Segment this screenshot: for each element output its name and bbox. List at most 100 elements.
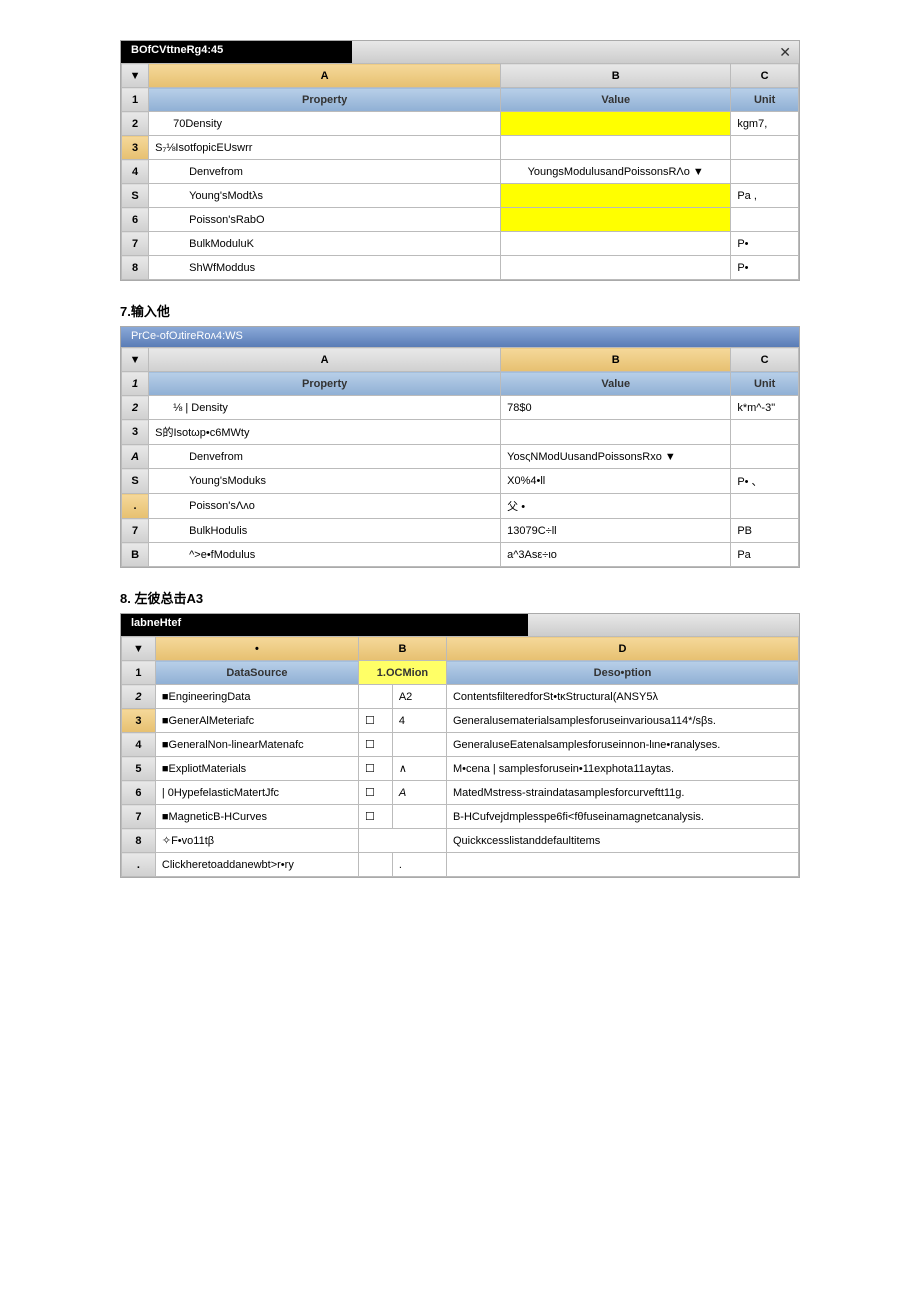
value-cell[interactable]: YoungsModulusandPoissonsRΛo ▼	[501, 160, 731, 184]
value-cell[interactable]: X0%4•ll	[501, 469, 731, 494]
value-cell[interactable]	[501, 420, 731, 445]
dropdown-icon[interactable]: ▼	[122, 637, 156, 661]
datasource-cell[interactable]: ■MagneticB-HCurves	[155, 805, 358, 829]
value-cell[interactable]: 78$0	[501, 396, 731, 420]
property-cell[interactable]: BulkHodulis	[149, 519, 501, 543]
datasource-cell[interactable]: ✧F•vo11tβ	[155, 829, 358, 853]
checkbox-cell[interactable]	[358, 685, 392, 709]
value-cell[interactable]	[501, 184, 731, 208]
property-cell[interactable]: Poisson'sΛᴧo	[149, 494, 501, 519]
value-cell[interactable]: 父 •	[501, 494, 731, 519]
col-b-header[interactable]: B	[501, 64, 731, 88]
col-d-header[interactable]: D	[446, 637, 798, 661]
unit-cell[interactable]: Pa ,	[731, 184, 799, 208]
unit-cell[interactable]	[731, 208, 799, 232]
row-num[interactable]: 7	[122, 519, 149, 543]
datasource-cell[interactable]: ■EngineeringData	[155, 685, 358, 709]
property-cell[interactable]: Denvefrom	[149, 160, 501, 184]
row-num[interactable]: 2	[122, 112, 149, 136]
unit-cell[interactable]	[731, 136, 799, 160]
row-num[interactable]: 4	[122, 733, 156, 757]
location-cell[interactable]: ∧	[392, 757, 446, 781]
col-a-header[interactable]: A	[149, 64, 501, 88]
property-cell[interactable]: Denvefrom	[149, 445, 501, 469]
value-cell[interactable]	[501, 112, 731, 136]
datasource-cell[interactable]: ■GeneralNon-linearMatenafc	[155, 733, 358, 757]
row-num[interactable]: 3	[122, 709, 156, 733]
row-num[interactable]: 3	[122, 136, 149, 160]
checkbox-cell[interactable]: ☐	[358, 757, 392, 781]
unit-cell[interactable]: Pa	[731, 543, 799, 567]
row-num[interactable]: 6	[122, 781, 156, 805]
value-cell[interactable]	[501, 232, 731, 256]
row-num[interactable]: 2	[122, 685, 156, 709]
datasource-cell[interactable]: ■ExpliotMaterials	[155, 757, 358, 781]
unit-cell[interactable]: P• 、	[731, 469, 799, 494]
location-cell[interactable]	[358, 829, 446, 853]
col-c-header[interactable]: C	[731, 348, 799, 372]
row-num[interactable]: 8	[122, 829, 156, 853]
location-cell[interactable]: 4	[392, 709, 446, 733]
row-num[interactable]: 7	[122, 232, 149, 256]
unit-cell[interactable]: P•	[731, 232, 799, 256]
dropdown-icon[interactable]: ▼	[122, 348, 149, 372]
row-num[interactable]: 4	[122, 160, 149, 184]
unit-cell[interactable]	[731, 160, 799, 184]
value-cell[interactable]: YosςNModUusandPoissonsRxo ▼	[501, 445, 731, 469]
property-cell[interactable]: ⅛ | Density	[149, 396, 501, 420]
checkbox-cell[interactable]: ☐	[358, 733, 392, 757]
location-cell[interactable]: .	[392, 853, 446, 877]
row-num[interactable]: 1	[122, 372, 149, 396]
row-num[interactable]: .	[122, 494, 149, 519]
property-cell[interactable]: 70Density	[149, 112, 501, 136]
col-a-header[interactable]: •	[155, 637, 358, 661]
value-cell[interactable]: 13079C÷ll	[501, 519, 731, 543]
row-num[interactable]: 7	[122, 805, 156, 829]
dropdown-icon[interactable]: ▼	[122, 64, 149, 88]
checkbox-cell[interactable]	[358, 853, 392, 877]
unit-cell[interactable]: kgm7,	[731, 112, 799, 136]
property-cell[interactable]: S₇⅛IsotfopicEUswrr	[149, 136, 501, 160]
col-b-header[interactable]: B	[358, 637, 446, 661]
row-num[interactable]: 1	[122, 88, 149, 112]
datasource-cell[interactable]: | 0HypefelasticMatertJfc	[155, 781, 358, 805]
row-num[interactable]: B	[122, 543, 149, 567]
location-cell[interactable]: A	[392, 781, 446, 805]
unit-cell[interactable]: P•	[731, 256, 799, 280]
unit-cell[interactable]: k*m^-3"	[731, 396, 799, 420]
row-num[interactable]: 5	[122, 757, 156, 781]
row-num[interactable]: A	[122, 445, 149, 469]
unit-cell[interactable]	[731, 494, 799, 519]
value-cell[interactable]	[501, 136, 731, 160]
row-num[interactable]: S	[122, 469, 149, 494]
col-c-header[interactable]: C	[731, 64, 799, 88]
unit-cell[interactable]: PB	[731, 519, 799, 543]
checkbox-cell[interactable]: ☐	[358, 805, 392, 829]
row-num[interactable]: 6	[122, 208, 149, 232]
checkbox-cell[interactable]: ☐	[358, 709, 392, 733]
property-cell[interactable]: S的Isotωp•c6MWty	[149, 420, 501, 445]
property-cell[interactable]: Young'sModtλs	[149, 184, 501, 208]
value-cell[interactable]	[501, 256, 731, 280]
row-num[interactable]: 1	[122, 661, 156, 685]
location-cell[interactable]	[392, 733, 446, 757]
property-cell[interactable]: ShWfModdus	[149, 256, 501, 280]
value-cell[interactable]	[501, 208, 731, 232]
add-new-cell[interactable]: Clickheretoaddanewbt>r•ry	[155, 853, 358, 877]
property-cell[interactable]: BulkModuluK	[149, 232, 501, 256]
checkbox-cell[interactable]: ☐	[358, 781, 392, 805]
location-cell[interactable]: A2	[392, 685, 446, 709]
row-num[interactable]: S	[122, 184, 149, 208]
value-cell[interactable]: a^3Asε÷ιo	[501, 543, 731, 567]
row-num[interactable]: 8	[122, 256, 149, 280]
property-cell[interactable]: Poisson'sRabO	[149, 208, 501, 232]
row-num[interactable]: 2	[122, 396, 149, 420]
row-num[interactable]: .	[122, 853, 156, 877]
property-cell[interactable]: Young'sModuks	[149, 469, 501, 494]
property-cell[interactable]: ^>e•fModulus	[149, 543, 501, 567]
location-cell[interactable]	[392, 805, 446, 829]
col-a-header[interactable]: A	[149, 348, 501, 372]
row-num[interactable]: 3	[122, 420, 149, 445]
col-b-header[interactable]: B	[501, 348, 731, 372]
unit-cell[interactable]	[731, 420, 799, 445]
